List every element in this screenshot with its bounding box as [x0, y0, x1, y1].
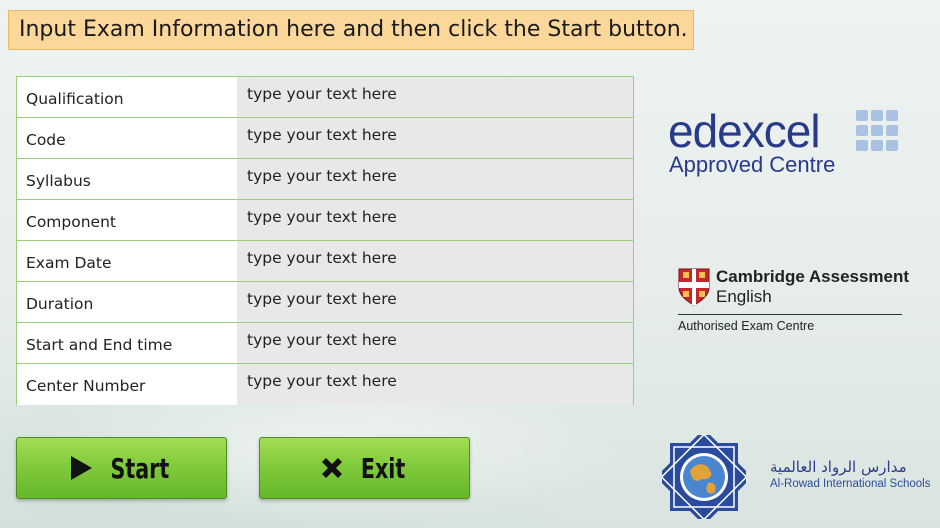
close-icon	[322, 458, 343, 478]
center-number-input[interactable]: type your text here	[237, 364, 633, 405]
exam-info-form: Qualification type your text here Code t…	[16, 76, 634, 405]
cambridge-title: Cambridge Assessment	[716, 267, 910, 286]
exam-date-label: Exam Date	[17, 241, 237, 281]
form-row-center-number: Center Number type your text here	[17, 364, 633, 405]
syllabus-input[interactable]: type your text here	[237, 159, 633, 199]
start-button-label: Start	[110, 451, 169, 485]
cambridge-divider	[678, 314, 902, 315]
component-input[interactable]: type your text here	[237, 200, 633, 240]
code-input[interactable]: type your text here	[237, 118, 633, 158]
al-rowad-logo: مدارس الرواد العالمية Al-Rowad Internati…	[662, 435, 930, 519]
edexcel-subtitle: Approved Centre	[669, 152, 836, 177]
duration-input[interactable]: type your text here	[237, 282, 633, 322]
al-rowad-english-name: Al-Rowad International Schools	[770, 478, 931, 490]
cambridge-subtitle: Authorised Exam Centre	[678, 319, 815, 333]
form-row-qualification: Qualification type your text here	[17, 77, 633, 118]
cambridge-english: English	[716, 287, 772, 306]
form-row-code: Code type your text here	[17, 118, 633, 159]
form-row-syllabus: Syllabus type your text here	[17, 159, 633, 200]
form-row-start-end-time: Start and End time type your text here	[17, 323, 633, 364]
instruction-banner: Input Exam Information here and then cli…	[8, 10, 694, 50]
code-label: Code	[17, 118, 237, 158]
edexcel-grid-icon	[856, 110, 898, 151]
edexcel-logo: edexcel Approved Centre	[668, 104, 908, 184]
syllabus-label: Syllabus	[17, 159, 237, 199]
center-number-label: Center Number	[17, 364, 237, 405]
exit-button-label: Exit	[361, 451, 406, 485]
duration-label: Duration	[17, 282, 237, 322]
start-end-time-label: Start and End time	[17, 323, 237, 363]
qualification-input[interactable]: type your text here	[237, 77, 633, 117]
start-button[interactable]: Start	[16, 437, 227, 499]
exam-date-input[interactable]: type your text here	[237, 241, 633, 281]
al-rowad-emblem-icon	[662, 435, 746, 519]
start-end-time-input[interactable]: type your text here	[237, 323, 633, 363]
exit-button[interactable]: Exit	[259, 437, 470, 499]
edexcel-wordmark: edexcel	[668, 105, 821, 157]
cambridge-shield-icon	[678, 268, 710, 306]
al-rowad-arabic-name: مدارس الرواد العالمية	[770, 458, 907, 476]
cambridge-logo: Cambridge Assessment English Authorised …	[678, 266, 909, 338]
qualification-label: Qualification	[17, 77, 237, 117]
form-row-component: Component type your text here	[17, 200, 633, 241]
form-row-exam-date: Exam Date type your text here	[17, 241, 633, 282]
form-row-duration: Duration type your text here	[17, 282, 633, 323]
component-label: Component	[17, 200, 237, 240]
play-icon	[70, 456, 92, 480]
